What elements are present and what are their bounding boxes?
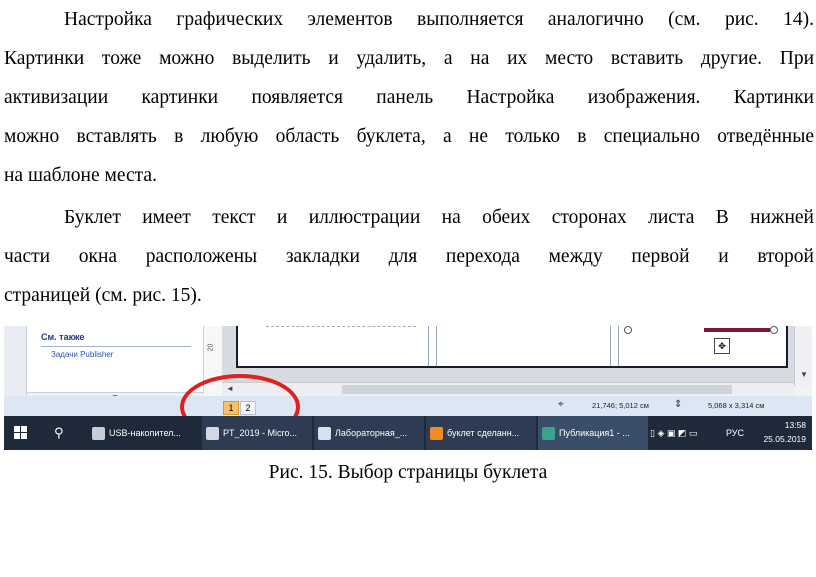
taskbar-item-label: USB-накопител... — [109, 428, 181, 438]
taskbar-item-label: PT_2019 - Micro... — [223, 428, 298, 438]
status-bar: 1 2 ⌖ 21,746; 5,012 см ⇕ 5,068 x 3,314 с… — [4, 396, 812, 416]
column-guide — [618, 326, 619, 366]
column-guide — [428, 326, 429, 366]
windows-start-icon[interactable] — [14, 426, 28, 440]
paragraph-1-line-2: Картинки тоже можно выделить и удалить, … — [4, 48, 814, 69]
column-guide — [610, 326, 611, 366]
publisher-tasks-link[interactable]: Задачи Publisher — [51, 350, 113, 359]
taskbar-item-1[interactable]: USB-накопител... — [88, 416, 198, 450]
taskbar-item-label: буклет сделанн... — [447, 428, 520, 438]
paragraph-1-line-1: Настройка графических элементов выполняе… — [64, 9, 814, 30]
taskbar-item-2[interactable]: PT_2019 - Micro... — [202, 416, 312, 450]
figure-caption: Рис. 15. Выбор страницы буклета — [268, 462, 548, 483]
document-canvas[interactable]: ✥ — [222, 326, 794, 382]
taskbar-item-5[interactable]: Публикация1 - ... — [538, 416, 648, 450]
paragraph-2: Буклет имеет текст и иллюстрации на обеи… — [4, 198, 814, 315]
selection-handle[interactable] — [624, 326, 632, 334]
taskbar-item-label: Лабораторная_... — [335, 428, 408, 438]
paragraph-1-line-4: можно вставлять в любую область буклета,… — [4, 126, 814, 147]
selected-object[interactable] — [704, 328, 770, 332]
paragraph-1: Настройка графических элементов выполняе… — [4, 0, 814, 195]
paragraph-1-line-3: активизации картинки появляется панель Н… — [4, 87, 814, 108]
paragraph-1-line-5: на шаблоне места. — [4, 165, 157, 186]
size-icon: ⇕ — [674, 399, 683, 410]
firefox-icon — [430, 427, 443, 441]
paragraph-2-line-1: Буклет имеет текст и иллюстрации на обеи… — [64, 207, 814, 228]
tray-icons[interactable]: ▯ ◈ ▣ ◩ ▭ — [650, 416, 697, 450]
usb-drive-icon — [92, 427, 105, 441]
clock-time: 13:58 — [784, 420, 806, 430]
search-icon[interactable]: ⚲ — [54, 416, 64, 450]
word-icon — [318, 427, 331, 441]
divider — [41, 346, 191, 347]
horizontal-scrollbar[interactable]: ◄ — [222, 382, 794, 397]
windows-taskbar: ⚲ USB-накопител... PT_2019 - Micro... Лабо… — [4, 416, 812, 450]
publisher-icon — [542, 427, 555, 441]
taskbar-item-label: Публикация1 - ... — [559, 428, 630, 438]
chevron-down-icon[interactable]: ▼ — [800, 370, 808, 379]
task-panel: См. также Задачи Publisher — [26, 326, 204, 393]
move-handle-icon[interactable]: ✥ — [714, 338, 730, 354]
taskbar-item-3[interactable]: Лабораторная_... — [314, 416, 424, 450]
selection-handle[interactable] — [770, 326, 778, 334]
clock[interactable]: 13:58 25.05.2019 — [756, 418, 806, 446]
object-position: 21,746; 5,012 см — [592, 401, 649, 410]
object-size: 5,068 x 3,314 см — [708, 401, 765, 410]
clock-date: 25.05.2019 — [763, 434, 806, 444]
ruler-mark: 20 — [207, 343, 215, 352]
layout-guide — [266, 326, 416, 329]
publication-page[interactable]: ✥ — [236, 326, 788, 368]
vertical-scrollbar[interactable]: ▼ — [794, 326, 812, 386]
scroll-thumb[interactable] — [342, 385, 732, 394]
paragraph-2-line-3: страницей (см. рис. 15). — [4, 285, 202, 306]
powerpoint-icon — [206, 427, 219, 441]
publisher-screenshot: См. также Задачи Publisher ▼ 20 ✥ ▼ ◄ 1 … — [4, 326, 812, 450]
position-icon: ⌖ — [558, 399, 564, 410]
taskbar-item-4[interactable]: буклет сделанн... — [426, 416, 536, 450]
paragraph-2-line-2: части окна расположены закладки для пере… — [4, 246, 814, 267]
see-also-heading: См. также — [41, 332, 85, 342]
input-language[interactable]: РУС — [726, 416, 744, 450]
column-guide — [436, 326, 437, 366]
